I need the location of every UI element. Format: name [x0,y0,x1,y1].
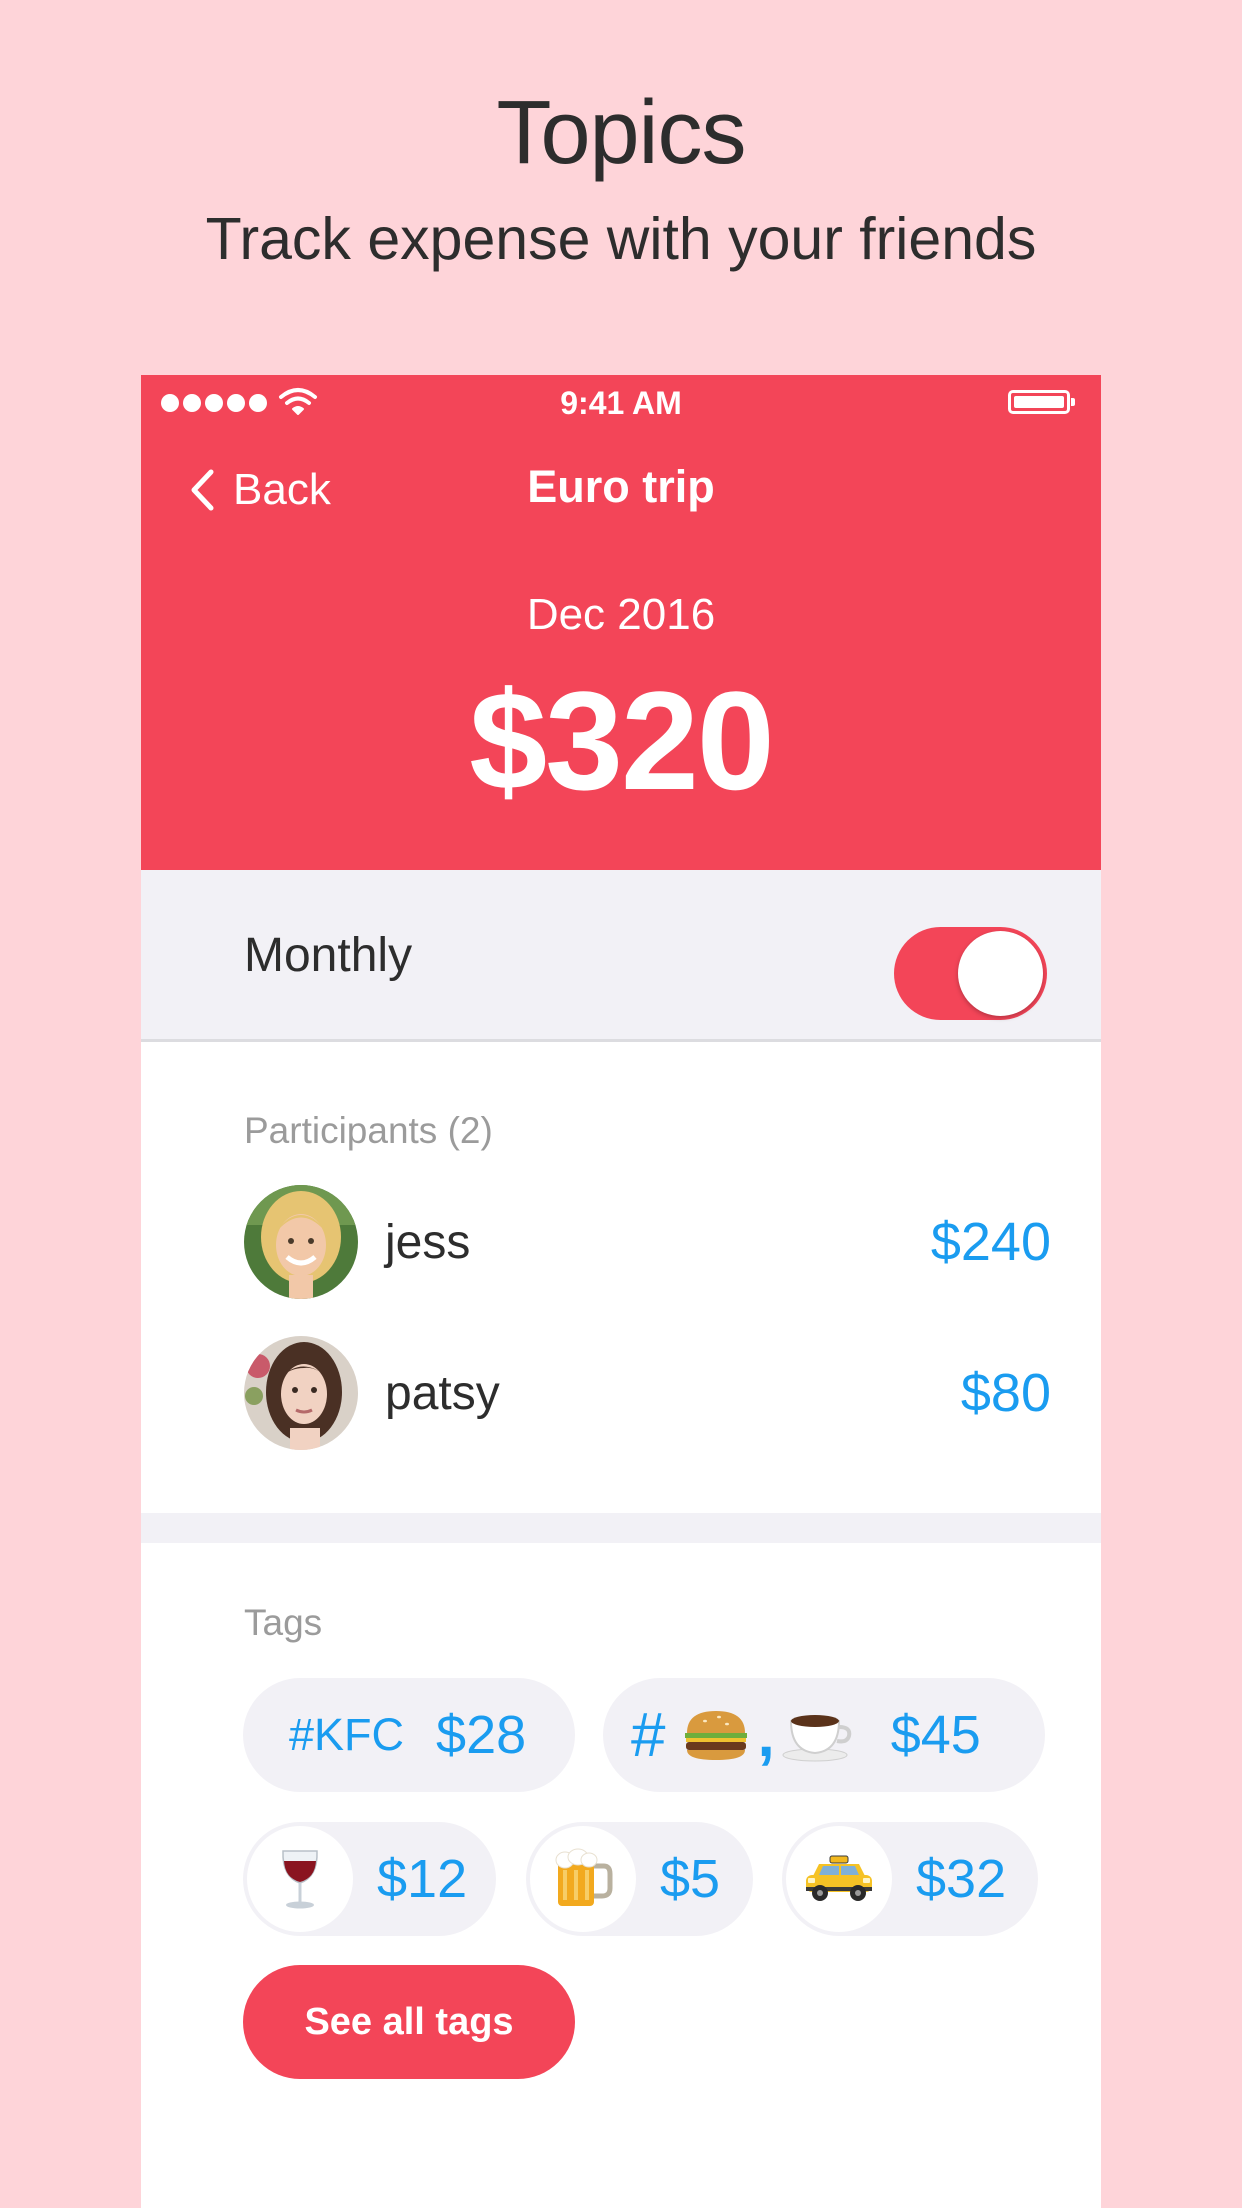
tag-chip[interactable]: # , $45 [603,1678,1045,1792]
monthly-label: Monthly [244,929,413,982]
tag-separator: , [757,1700,775,1770]
tag-amount: $32 [916,1849,1007,1909]
period-label: Dec 2016 [526,590,716,639]
participant-row[interactable]: jess $240 [244,1185,1051,1299]
emoji-circle [786,1826,892,1932]
tag-amount: $5 [660,1849,721,1909]
monthly-row: Monthly [141,870,1101,1042]
participant-amount: $80 [960,1363,1051,1423]
trip-header: 9:41 AM Back Euro trip Dec 2016 $320 [141,375,1101,870]
battery-icon [1008,390,1075,414]
participant-name: patsy [385,1366,500,1420]
wine-glass-icon [282,1850,318,1909]
beer-mug-icon [555,1848,613,1906]
promo-subtitle: Track expense with your friends [205,206,1037,272]
tag-chip[interactable]: $32 [782,1822,1038,1936]
tag-amount: $28 [436,1705,527,1765]
participants-label: Participants (2) [244,1110,493,1151]
tag-amount: $12 [377,1849,468,1909]
tag-text: # [631,1700,666,1770]
phone-screen: 9:41 AM Back Euro trip Dec 2016 $320 Mon… [141,375,1101,2208]
emoji-circle [247,1826,353,1932]
tag-chip[interactable]: $12 [243,1822,496,1936]
emoji-circle [530,1826,636,1932]
taxi-icon [806,1855,872,1901]
status-time: 9:41 AM [560,385,682,421]
tags-label: Tags [244,1602,323,1643]
promo-title: Topics [496,83,746,183]
avatar [244,1185,358,1299]
tag-chip[interactable]: #KFC $28 [243,1678,575,1792]
tag-chip[interactable]: $5 [526,1822,753,1936]
section-divider [141,1513,1101,1543]
monthly-toggle[interactable] [894,927,1047,1020]
see-all-tags-button[interactable]: See all tags [243,1965,575,2079]
page-title: Euro trip [527,461,715,512]
avatar [244,1336,358,1450]
toggle-knob [958,931,1043,1016]
participant-name: jess [385,1215,471,1269]
tag-text: #KFC [289,1709,405,1760]
total-amount: $320 [469,662,774,819]
burger-icon [685,1711,748,1760]
coffee-icon [782,1715,851,1762]
status-bar: 9:41 AM [141,375,1101,435]
participant-row[interactable]: patsy $80 [244,1336,1051,1450]
tag-amount: $45 [890,1705,981,1765]
participant-amount: $240 [930,1212,1051,1272]
